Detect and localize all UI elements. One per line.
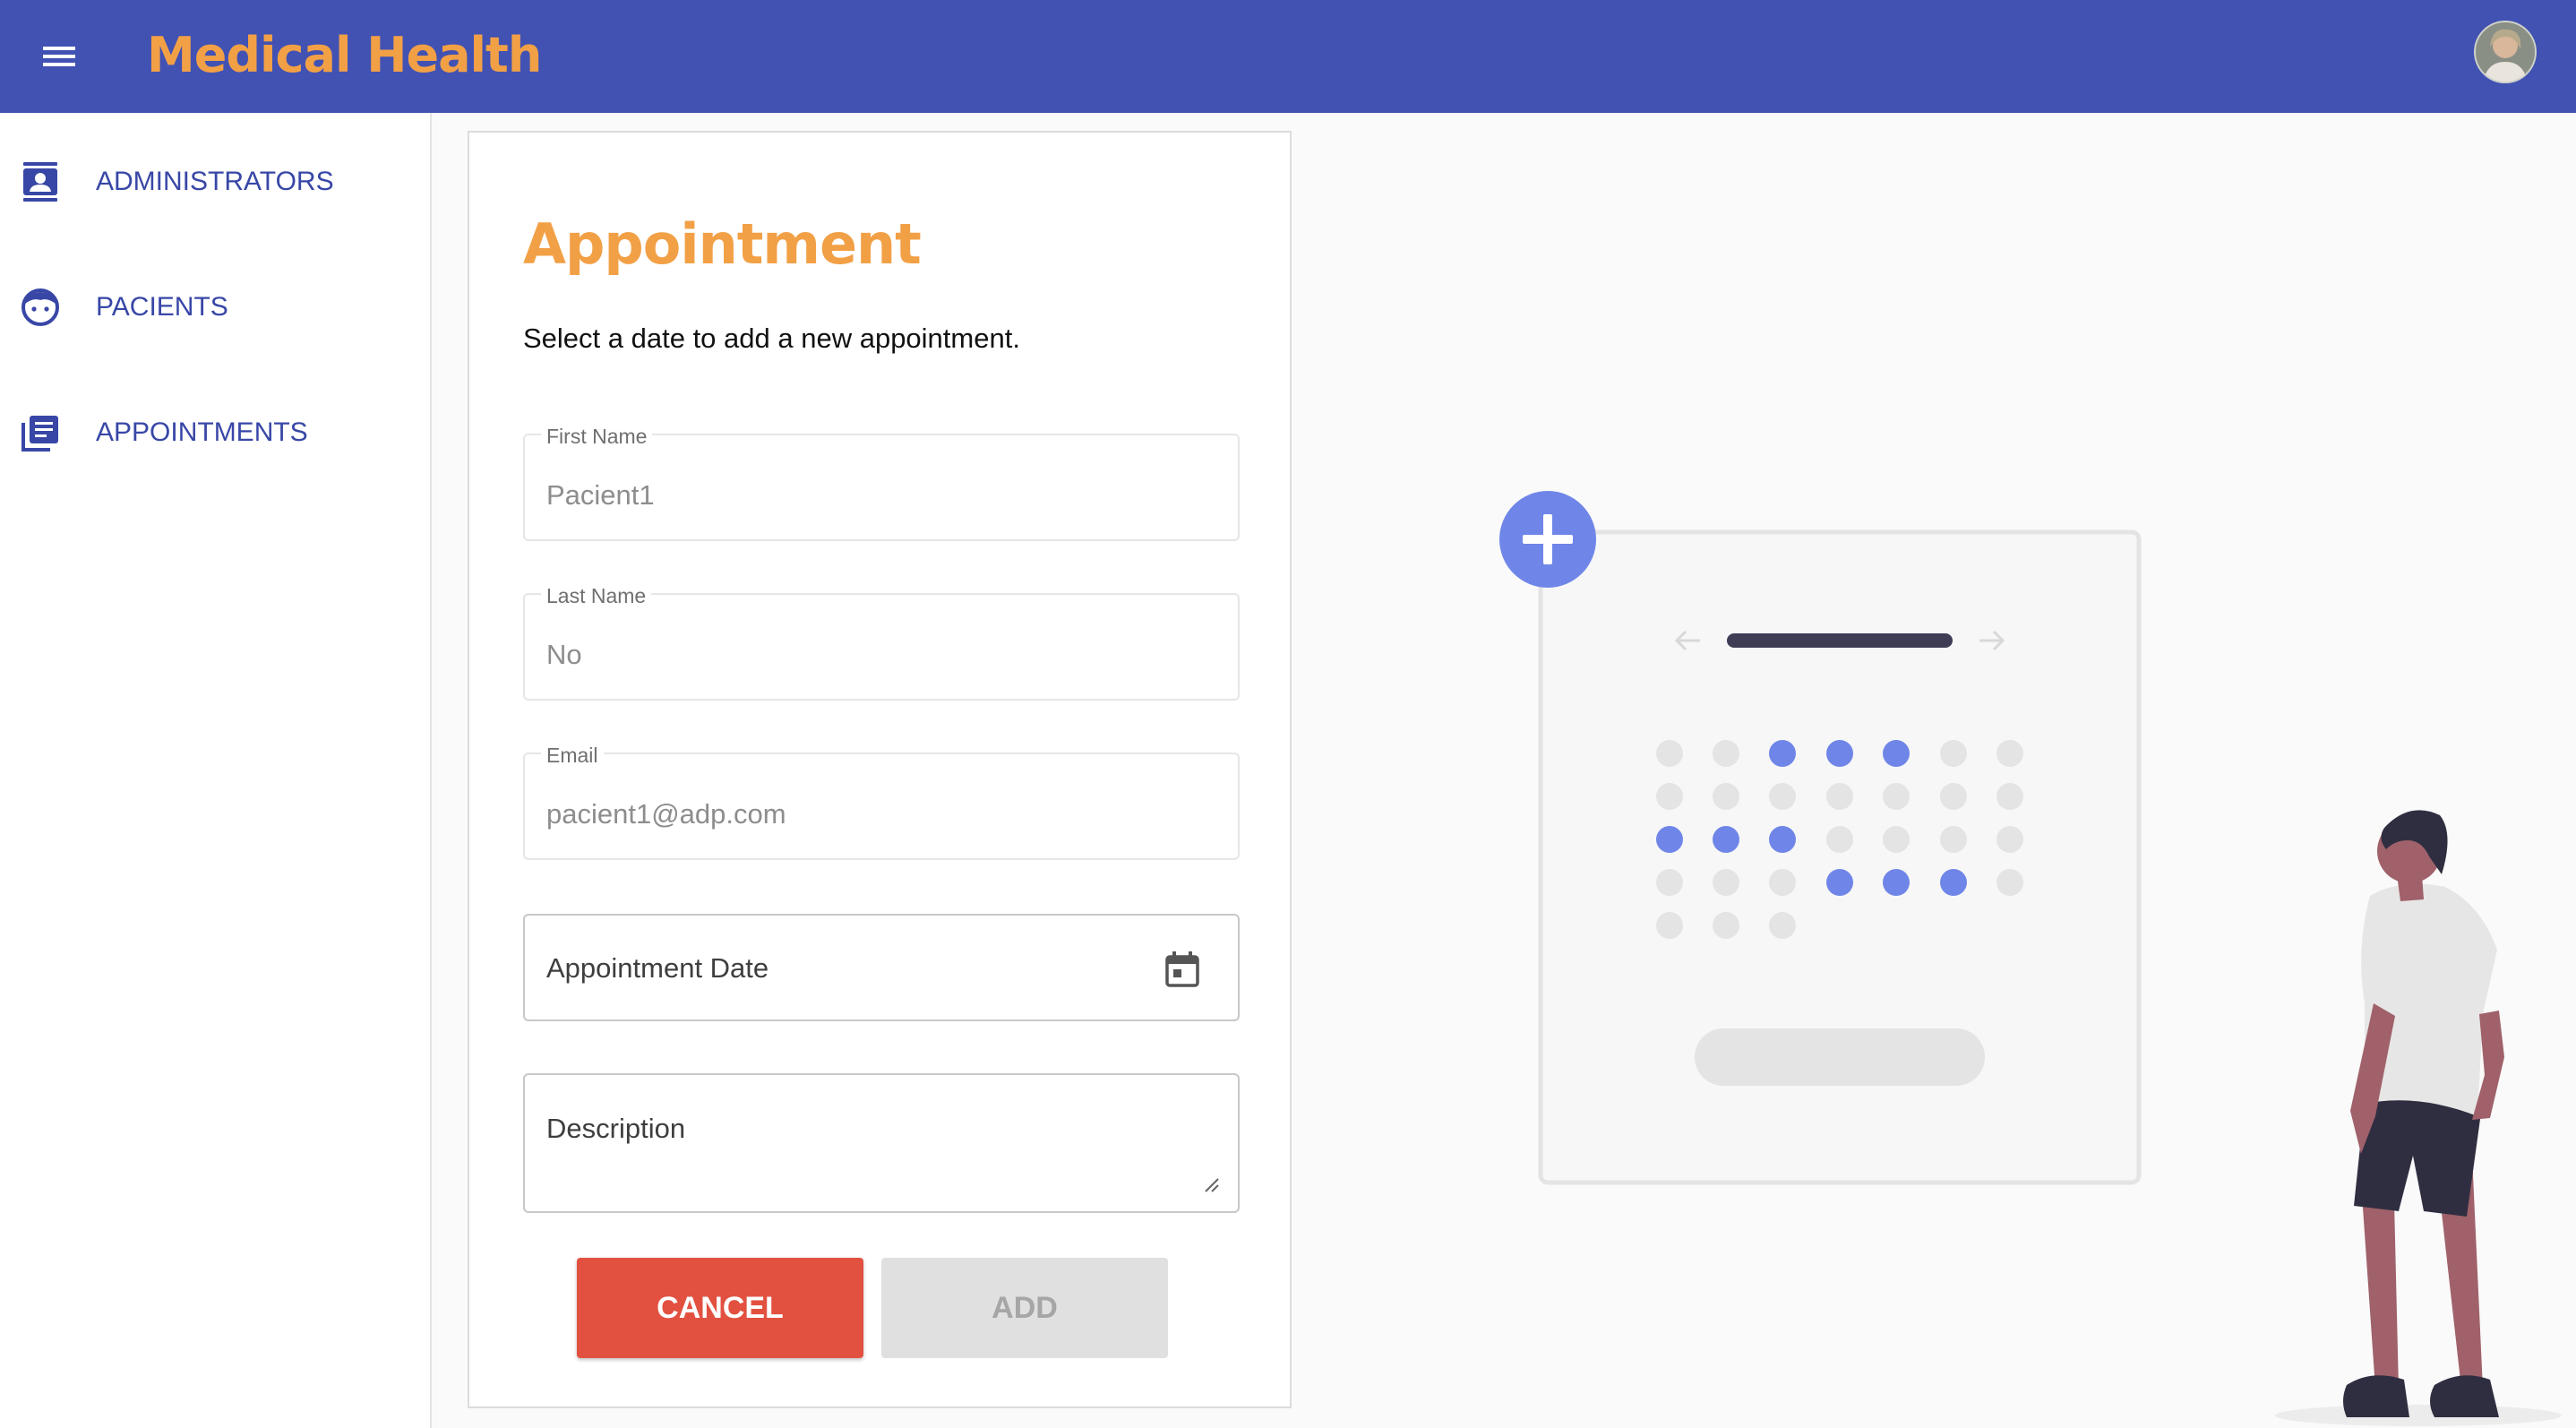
face-icon xyxy=(21,288,59,326)
sidebar-item-label: ADMINISTRATORS xyxy=(96,167,334,196)
appointment-form-card: Appointment Select a date to add a new a… xyxy=(468,131,1292,1408)
email-value: pacient1@adp.com xyxy=(546,798,786,830)
illustration-person xyxy=(2275,810,2562,1426)
sidebar: ADMINISTRATORS PACIENTS APPOINTMENTS xyxy=(0,113,432,1428)
resize-handle-icon[interactable] xyxy=(1202,1175,1220,1193)
appointment-date-placeholder: Appointment Date xyxy=(546,952,769,984)
sidebar-item-appointments[interactable]: APPOINTMENTS xyxy=(0,392,428,473)
form-subtitle: Select a date to add a new appointment. xyxy=(523,323,1020,354)
app-title: Medical Health xyxy=(147,27,542,83)
sidebar-item-label: PACIENTS xyxy=(96,292,228,322)
description-placeholder: Description xyxy=(546,1113,686,1144)
last-name-field: Last Name No xyxy=(523,584,1240,701)
first-name-field: First Name Pacient1 xyxy=(523,425,1240,541)
add-button[interactable]: ADD xyxy=(881,1258,1168,1358)
sidebar-item-administrators[interactable]: ADMINISTRATORS xyxy=(0,142,428,222)
sidebar-item-label: APPOINTMENTS xyxy=(96,417,308,447)
list-stack-icon xyxy=(21,416,58,452)
avatar-image xyxy=(2474,21,2537,83)
sidebar-item-pacients[interactable]: PACIENTS xyxy=(0,267,428,348)
user-avatar[interactable] xyxy=(2474,21,2537,83)
page-title: Appointment xyxy=(523,211,922,277)
calendar-icon[interactable] xyxy=(1163,950,1202,989)
email-field: Email pacient1@adp.com xyxy=(523,744,1240,860)
hamburger-menu-icon[interactable] xyxy=(41,39,77,74)
first-name-value: Pacient1 xyxy=(546,479,655,511)
cancel-button[interactable]: CANCEL xyxy=(577,1258,863,1358)
description-textarea[interactable]: Description xyxy=(523,1073,1240,1213)
contact-card-icon xyxy=(23,162,57,202)
appointment-date-input[interactable]: Appointment Date xyxy=(523,914,1240,1021)
last-name-value: No xyxy=(546,639,582,670)
calendar-illustration xyxy=(1499,491,2562,1426)
app-header: Medical Health xyxy=(0,0,2576,113)
